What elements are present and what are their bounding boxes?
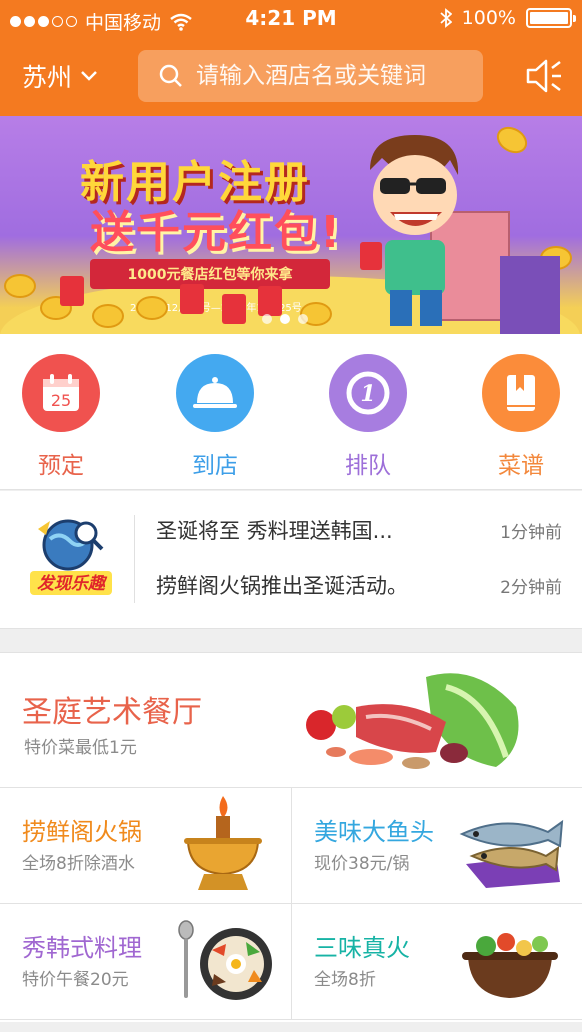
news-item-title[interactable]: 捞鲜阁火锅推出圣诞活动。 <box>156 570 474 600</box>
status-right: 100% <box>440 7 576 29</box>
restaurant-name: 美味大鱼头 <box>314 818 434 846</box>
speaker-icon <box>526 59 561 93</box>
restaurant-card[interactable]: 三味真火 全场8折 <box>291 904 582 1020</box>
logo-text: 发现乐趣 <box>37 574 108 594</box>
divider <box>134 515 135 603</box>
coin-icon <box>4 274 36 298</box>
restaurant-card[interactable]: 捞鲜阁火锅 全场8折除酒水 <box>0 788 291 904</box>
fish-illustration <box>459 819 564 888</box>
banner-ribbon: 1000元餐店红包等你来拿 <box>90 259 330 289</box>
red-envelope-icon <box>258 286 282 316</box>
chevron-down-icon <box>81 71 97 81</box>
banner-title-line2: 送千元红包! <box>90 207 343 258</box>
quick-action-visit[interactable]: 到店 <box>165 354 265 480</box>
battery-icon <box>526 8 576 28</box>
restaurant-card[interactable]: 秀韩式料理 特价午餐20元 <box>0 904 291 1020</box>
quick-action-menu[interactable]: 菜谱 <box>471 354 571 480</box>
quick-action-queue[interactable]: 1 排队 <box>318 354 418 480</box>
quick-actions: 25 预定 到店 1 排队 菜谱 <box>0 334 582 490</box>
promo-banner[interactable]: 新用户注册 送千元红包! 1000元餐店红包等你来拿 2015年12月12号—2… <box>0 116 582 334</box>
bibimbap-illustration <box>178 920 272 1000</box>
search-input[interactable] <box>196 63 466 89</box>
cloche-icon <box>176 354 254 432</box>
coin-icon <box>136 296 168 320</box>
discover-fun-logo[interactable]: 发现乐趣 <box>20 511 120 601</box>
featured-restaurant-card[interactable]: 圣庭艺术餐厅 特价菜最低1元 <box>0 653 582 788</box>
restaurant-name: 秀韩式料理 <box>22 934 142 962</box>
queue-badge: 1 <box>360 381 375 407</box>
restaurant-promo: 全场8折除酒水 <box>22 854 135 874</box>
bluetooth-icon <box>440 8 452 28</box>
pager-dot[interactable] <box>298 314 308 324</box>
search-icon <box>159 64 182 87</box>
book-icon <box>482 354 560 432</box>
header: 中国移动 4:21 PM 100% 苏州 <box>0 0 582 116</box>
quick-action-label: 排队 <box>345 453 391 479</box>
cartoon-character-illustration <box>360 135 459 326</box>
app-screen: 中国移动 4:21 PM 100% 苏州 请输入酒店名或关键词 新用户注册 送千… <box>0 0 582 1032</box>
coin-icon <box>92 304 124 328</box>
calendar-badge: 25 <box>51 391 71 410</box>
red-envelope-icon <box>222 294 246 324</box>
news-item-title[interactable]: 圣诞将至 秀料理送韩国... <box>156 515 474 545</box>
calendar-icon: 25 <box>22 354 100 432</box>
restaurant-card[interactable]: 美味大鱼头 现价38元/锅 <box>291 788 582 904</box>
quick-action-label: 预定 <box>38 453 84 479</box>
news-item-time: 1分钟前 <box>500 523 562 543</box>
red-envelope-icon <box>60 276 84 306</box>
battery-percent: 100% <box>461 7 516 29</box>
restaurant-promo: 全场8折 <box>314 970 376 990</box>
restaurant-promo: 特价菜最低1元 <box>24 738 137 758</box>
coin-icon <box>492 121 532 159</box>
city-label: 苏州 <box>22 63 73 92</box>
banner-pager <box>262 314 308 324</box>
search-bar[interactable] <box>138 50 483 102</box>
restaurant-name: 捞鲜阁火锅 <box>22 818 142 846</box>
clay-pot-illustration <box>462 933 558 998</box>
restaurant-name: 三味真火 <box>314 934 410 962</box>
status-bar: 中国移动 4:21 PM 100% <box>0 0 582 38</box>
fresh-food-illustration <box>306 673 519 769</box>
news-section: 发现乐趣 圣诞将至 秀料理送韩国... 1分钟前 捞鲜阁火锅推出圣诞活动。 2分… <box>0 491 582 629</box>
pager-dot[interactable] <box>280 314 290 324</box>
quick-action-reserve[interactable]: 25 预定 <box>11 354 111 480</box>
restaurant-promo: 特价午餐20元 <box>22 970 129 990</box>
news-item-time: 2分钟前 <box>500 578 562 598</box>
building-illustration <box>500 256 560 334</box>
queue-number-icon: 1 <box>329 354 407 432</box>
red-envelope-icon <box>180 284 204 314</box>
speaker-button[interactable] <box>524 56 564 100</box>
restaurant-name: 圣庭艺术餐厅 <box>22 695 202 730</box>
pager-dot[interactable] <box>262 314 272 324</box>
quick-action-label: 菜谱 <box>498 453 544 479</box>
quick-action-label: 到店 <box>192 453 238 479</box>
restaurant-promo: 现价38元/锅 <box>314 854 410 874</box>
city-selector[interactable]: 苏州 <box>22 58 98 94</box>
restaurant-cards: 圣庭艺术餐厅 特价菜最低1元 捞鲜阁火锅 全场8折除酒水 美味大鱼头 现价38元… <box>0 652 582 1022</box>
hotpot-illustration <box>184 796 262 890</box>
